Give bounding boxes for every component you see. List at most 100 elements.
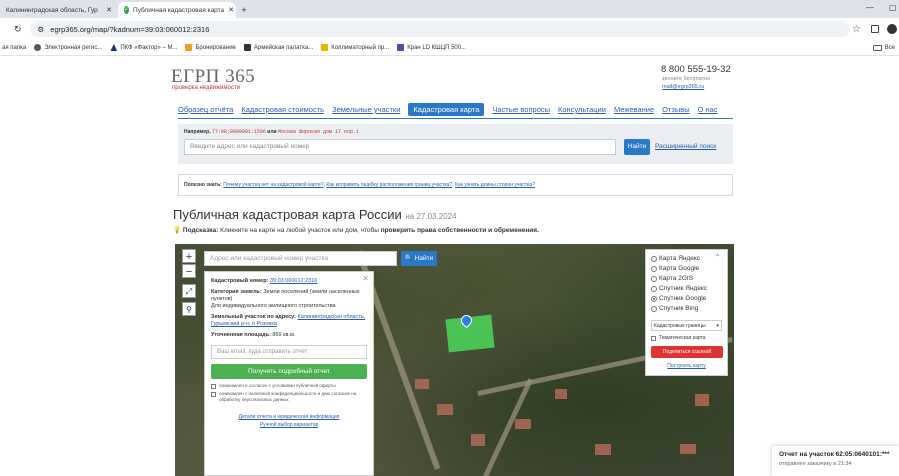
search-example: Например, 77:08:0009001:1596 или Москва …: [184, 129, 359, 135]
menu-item-cadastral-map[interactable]: Кадастровая карта: [408, 103, 485, 116]
map-roof: [555, 389, 567, 399]
browser-tab-1[interactable]: Калининградская область, Гур ✕: [0, 2, 118, 18]
zoom-out-button[interactable]: −: [182, 264, 196, 278]
close-icon[interactable]: ✕: [228, 6, 234, 14]
layer-option[interactable]: Спутник Bing: [651, 304, 722, 314]
map-roof: [515, 419, 531, 429]
phone-note: звоните бесплатно: [662, 76, 711, 82]
profile-avatar[interactable]: [887, 24, 897, 34]
menu-item-cadastral-value[interactable]: Кадастровая стоимость: [241, 105, 324, 114]
offer-checkbox[interactable]: [211, 384, 216, 389]
menu-item-land-plots[interactable]: Земельные участки: [332, 105, 400, 114]
fullscreen-icon[interactable]: ⤢: [182, 284, 196, 298]
site-settings-icon[interactable]: ⚙: [38, 25, 45, 34]
chevron-up-icon[interactable]: ⌃: [714, 253, 721, 262]
address-bar-url: egrp365.org/map/?kadnum=39:03:060012:231…: [50, 24, 210, 34]
menu-item-surveying[interactable]: Межевание: [614, 105, 654, 114]
privacy-checkbox[interactable]: [211, 392, 216, 397]
page-content: ЕГРП 365 проверка недвижимости 8 800 555…: [0, 57, 899, 476]
menu-divider: [178, 118, 733, 119]
tab-2-label: Публичная кадастровая карта: [133, 6, 225, 14]
menu-item-sample-report[interactable]: Образец отчёта: [178, 105, 233, 114]
menu-item-reviews[interactable]: Отзывы: [662, 105, 689, 114]
tab-1-label: Калининградская область, Гур: [6, 6, 98, 14]
map-search-input[interactable]: Адрес или кадастровый номер участка: [204, 251, 397, 266]
phone-number: 8 800 555-19-32: [661, 64, 731, 75]
all-bookmarks-button[interactable]: Все: [872, 44, 895, 51]
report-details-link[interactable]: Детали отчета и юридическая информация: [239, 414, 340, 420]
useful-link[interactable]: Как узнать длины сторон участка?: [455, 182, 535, 188]
browser-tab-bar: Калининградская область, Гур ✕ ✓ Публичн…: [0, 0, 899, 18]
radio[interactable]: [651, 276, 657, 282]
measure-icon[interactable]: ⚲: [182, 302, 196, 316]
useful-link[interactable]: Почему участка нет на кадастровой карте?: [223, 182, 323, 188]
bookmarks-bar: ая папка Электронная регис... ПКФ «Факто…: [0, 40, 899, 56]
bookmark-item[interactable]: Кран LD КШЦП 500...: [397, 44, 466, 51]
contact-email-link[interactable]: mail@egrp365.ru: [662, 84, 704, 90]
useful-link[interactable]: Как исправить ошибку расположения границ…: [326, 182, 452, 188]
bookmark-item[interactable]: Коллиматорный пр...: [321, 44, 389, 51]
bookmark-star-icon[interactable]: ☆: [852, 24, 861, 35]
map-roof: [695, 394, 709, 406]
folder-icon: [872, 44, 882, 51]
layer-option[interactable]: Спутник Google: [651, 294, 722, 304]
radio[interactable]: [651, 286, 657, 292]
map-roof: [595, 444, 611, 455]
bookmark-item[interactable]: ПКФ «Фактор» – М...: [110, 44, 177, 51]
boundaries-select[interactable]: Кадастровые границы ▾: [651, 320, 722, 331]
menu-item-about[interactable]: О нас: [698, 105, 718, 114]
restore-icon[interactable]: ▢: [889, 3, 897, 12]
browser-tab-2[interactable]: ✓ Публичная кадастровая карта ✕: [118, 2, 236, 18]
search-panel: Например, 77:08:0009001:1596 или Москва …: [178, 124, 733, 164]
radio[interactable]: [651, 306, 657, 312]
radio-selected[interactable]: [651, 296, 657, 302]
zoom-in-button[interactable]: +: [182, 249, 196, 263]
shop-icon: [243, 44, 251, 51]
tab-search-icon[interactable]: [871, 25, 879, 33]
layer-option[interactable]: Карта Яндекс: [651, 254, 722, 264]
layer-option[interactable]: Карта 2GIS: [651, 274, 722, 284]
close-icon[interactable]: ✕: [362, 274, 369, 283]
bookmark-item[interactable]: Армейская палатка...: [243, 44, 313, 51]
advanced-search-link[interactable]: Расширенный поиск: [655, 143, 716, 150]
new-tab-button[interactable]: +: [236, 2, 252, 18]
radio[interactable]: [651, 256, 657, 262]
cadastral-map[interactable]: + − ⤢ ⚲ Адрес или кадастровый номер учас…: [175, 244, 734, 476]
map-hint: 💡 Подсказка: Кликните на карте на любой …: [173, 227, 539, 234]
site-logo-subtitle: проверка недвижимости: [172, 85, 240, 91]
triangle-logo-icon: [110, 44, 118, 51]
build-map-link[interactable]: Построить карту: [651, 363, 722, 369]
reload-icon[interactable]: ↻: [14, 24, 22, 35]
shop-icon: [397, 44, 405, 51]
main-menu: Образец отчёта Кадастровая стоимость Зем…: [178, 101, 733, 118]
map-layers-panel: ⌃ Карта Яндекс Карта Google Карта 2GIS С…: [645, 249, 728, 376]
minimize-icon[interactable]: —: [866, 3, 874, 12]
search-button[interactable]: Найти: [624, 139, 650, 155]
close-icon[interactable]: ✕: [106, 6, 112, 14]
map-roof: [471, 434, 485, 446]
bookmark-item[interactable]: Электронная регис...: [34, 44, 102, 51]
map-roof: [680, 444, 696, 454]
shop-icon: [321, 44, 329, 51]
manual-choice-link[interactable]: Ручной выбор вариантов: [260, 422, 318, 428]
share-link-button[interactable]: Поделиться ссылкой: [651, 346, 723, 358]
map-search-button[interactable]: 🔍 Найти: [401, 251, 437, 266]
menu-item-consultations[interactable]: Консультации: [558, 105, 606, 114]
thematic-map-checkbox[interactable]: [651, 336, 656, 341]
globe-icon: [34, 44, 42, 51]
layer-option[interactable]: Карта Google: [651, 264, 722, 274]
cadastral-number-link[interactable]: 39:03:060012:2316: [270, 278, 317, 284]
email-field[interactable]: Ваш email, куда отправить отчет: [211, 345, 367, 359]
search-input[interactable]: Введите адрес или кадастровый номер: [184, 139, 616, 155]
layer-option[interactable]: Спутник Яндекс: [651, 284, 722, 294]
bookmark-folder[interactable]: ая папка: [2, 45, 26, 51]
address-bar[interactable]: ⚙ egrp365.org/map/?kadnum=39:03:060012:2…: [29, 21, 850, 37]
booking-icon: [185, 44, 193, 51]
page-title: Публичная кадастровая карта России на 27…: [173, 207, 457, 222]
menu-item-faq[interactable]: Частые вопросы: [492, 105, 550, 114]
bookmark-item[interactable]: Бронирование: [185, 44, 236, 51]
plot-info-card: ✕ Кадастровый номер: 39:03:060012:2316 К…: [204, 271, 374, 476]
get-report-button[interactable]: Получить подробный отчет: [211, 364, 367, 379]
radio[interactable]: [651, 266, 657, 272]
lightbulb-icon: 💡: [173, 227, 182, 234]
